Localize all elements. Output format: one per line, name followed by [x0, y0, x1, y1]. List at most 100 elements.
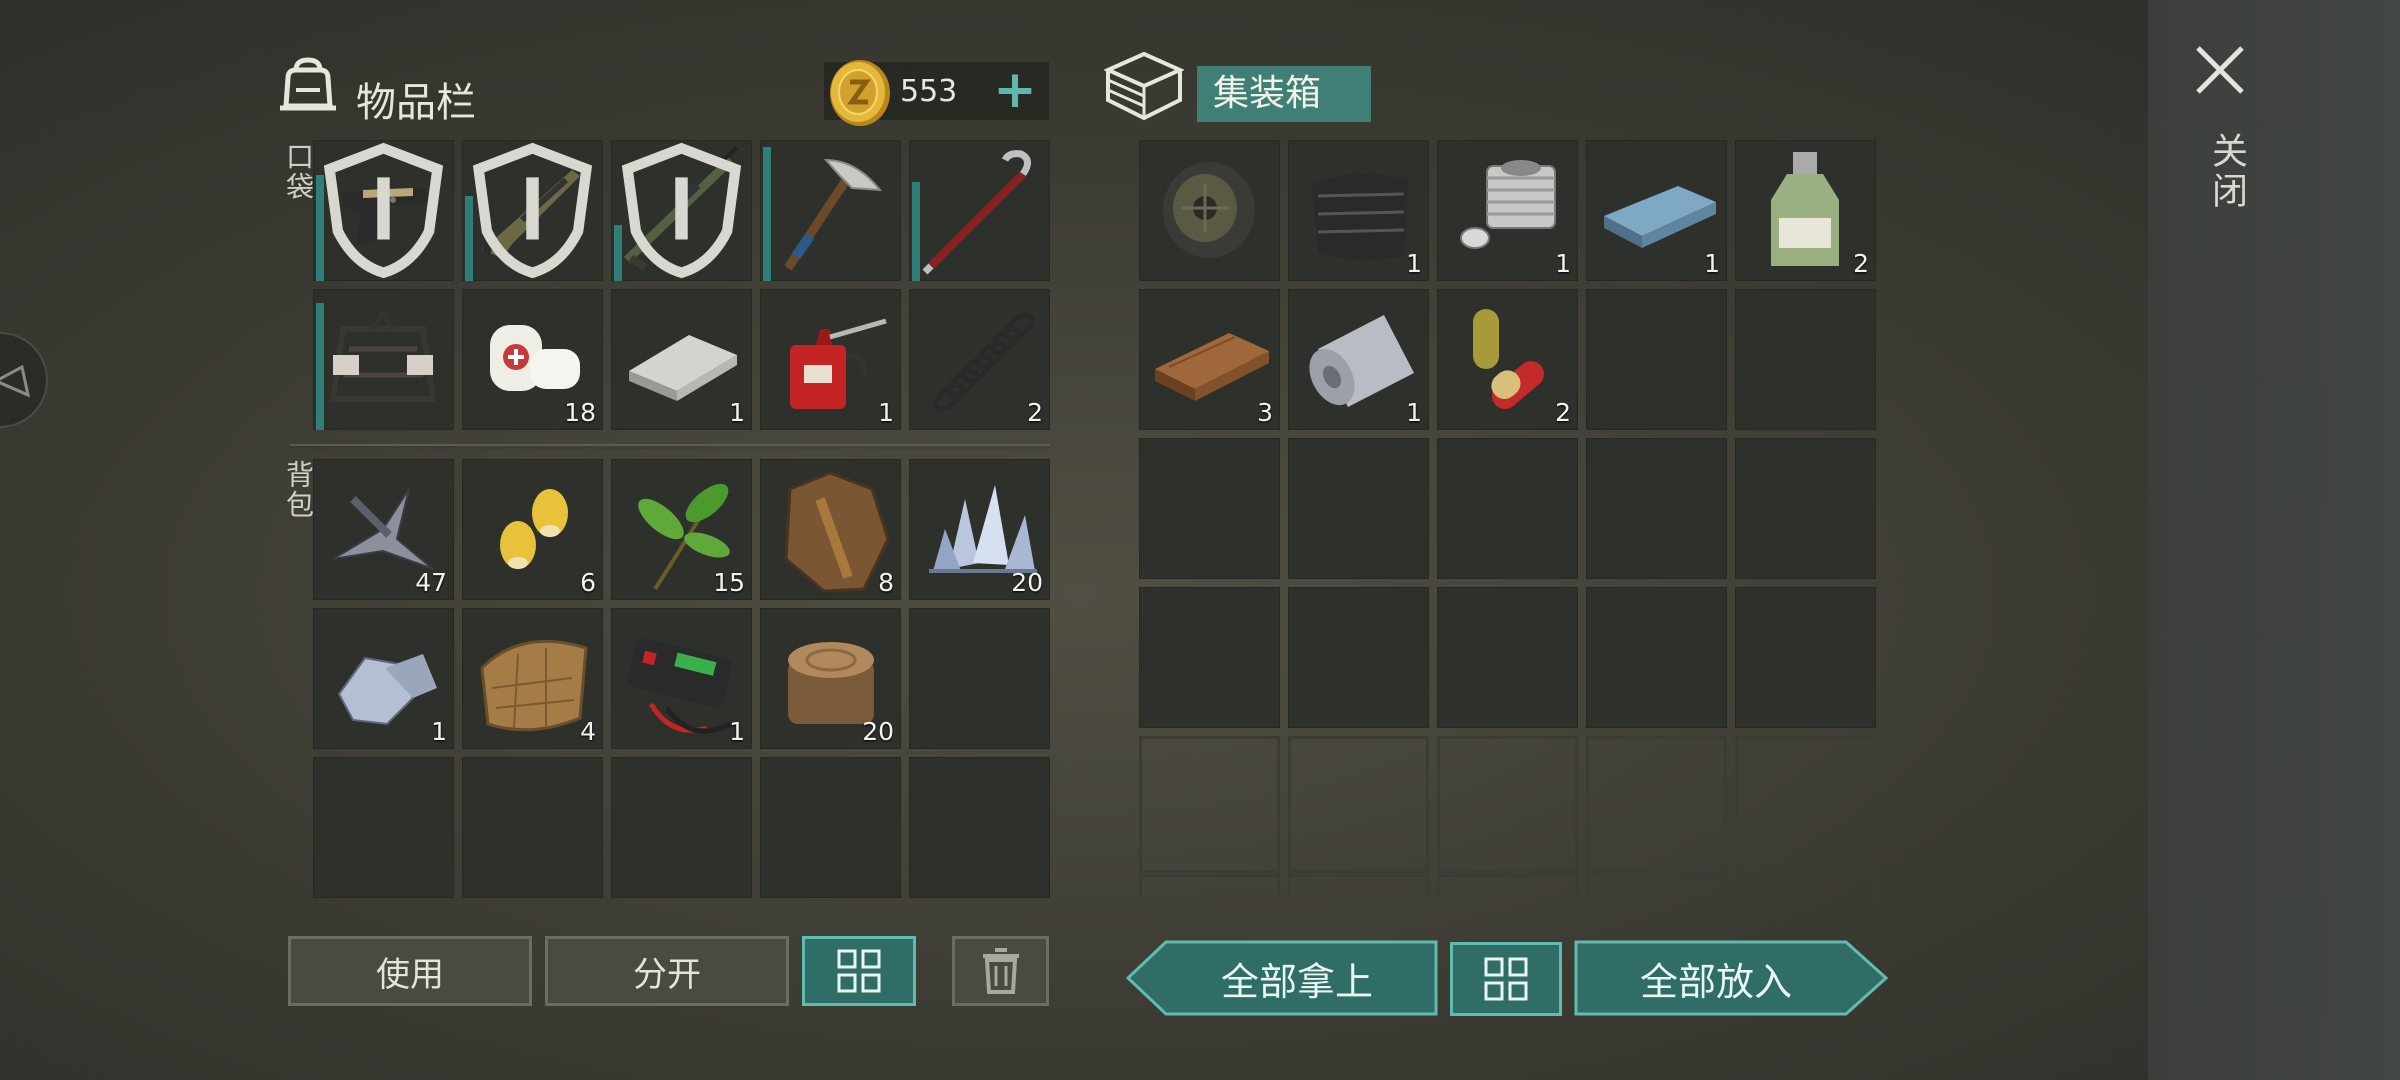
item-slot-corn-seeds[interactable]: 6: [462, 459, 603, 600]
item-quantity: 2: [1027, 398, 1043, 427]
empty-slot[interactable]: [313, 757, 454, 898]
item-slot-oil-can[interactable]: 1: [760, 289, 901, 430]
item-slot-iron-ore[interactable]: 1: [313, 608, 454, 749]
item-quantity: 4: [580, 717, 596, 746]
empty-slot[interactable]: [1139, 438, 1280, 579]
take-all-label: 全部拿上: [1220, 959, 1373, 1004]
crowbar-icon: [922, 150, 1031, 275]
item-slot-pickaxe[interactable]: [760, 140, 901, 281]
put-all-label: 全部放入: [1639, 959, 1792, 1004]
section-divider: [290, 444, 1050, 449]
item-slot-sniper-rifle[interactable]: [611, 140, 752, 281]
item-slot-barbed-armor[interactable]: [313, 289, 454, 430]
item-slot-leather[interactable]: 4: [462, 608, 603, 749]
empty-slot[interactable]: [1735, 870, 1876, 898]
empty-slot[interactable]: [1288, 870, 1429, 898]
container-title: 集装箱: [1197, 66, 1371, 122]
item-slot-engine-cylinder[interactable]: 1: [1437, 140, 1578, 281]
coin-icon: [830, 60, 890, 126]
empty-slot[interactable]: [1586, 289, 1727, 430]
empty-slot[interactable]: [1586, 438, 1727, 579]
item-slot-plant-fiber[interactable]: 15: [611, 459, 752, 600]
item-quantity: 1: [431, 717, 447, 746]
item-slot-shotgun[interactable]: [462, 140, 603, 281]
item-quantity: 15: [713, 568, 745, 597]
item-slot-animal-hide[interactable]: 8: [760, 459, 901, 600]
backpack-icon: [280, 57, 336, 111]
close-icon[interactable]: [2192, 42, 2248, 98]
empty-slot[interactable]: [909, 757, 1050, 898]
right-side-panel: [2148, 0, 2400, 1080]
item-slot-pistol[interactable]: [313, 140, 454, 281]
add-coins-button[interactable]: +: [990, 60, 1040, 120]
item-slot-battery-charger[interactable]: 1: [611, 608, 752, 749]
pickaxe-icon: [784, 158, 883, 271]
empty-slot[interactable]: [462, 757, 603, 898]
item-quantity: 1: [729, 717, 745, 746]
empty-slot[interactable]: [909, 608, 1050, 749]
durability-bar: [912, 182, 920, 281]
empty-slot[interactable]: [1586, 587, 1727, 728]
pocket-label: 口袋: [282, 142, 315, 202]
item-quantity: 1: [1406, 249, 1422, 278]
item-slot-metal-bar[interactable]: 1: [611, 289, 752, 430]
durability-bar: [763, 147, 771, 281]
close-label[interactable]: 关闭: [2200, 132, 2252, 212]
item-slot-pills[interactable]: 2: [1437, 289, 1578, 430]
empty-slot[interactable]: [1437, 870, 1578, 898]
empty-slot[interactable]: [1437, 587, 1578, 728]
empty-slot[interactable]: [1288, 438, 1429, 579]
split-button[interactable]: 分开: [545, 936, 789, 1006]
take-all-button[interactable]: 全部拿上: [1125, 940, 1438, 1016]
item-quantity: 1: [1704, 249, 1720, 278]
empty-slot[interactable]: [760, 757, 901, 898]
trash-button[interactable]: [952, 936, 1049, 1006]
item-quantity: 3: [1257, 398, 1273, 427]
empty-slot[interactable]: [1735, 438, 1876, 579]
item-quantity: 1: [878, 398, 894, 427]
trash-icon: [982, 948, 1019, 994]
empty-slot[interactable]: [1288, 587, 1429, 728]
item-quantity: 1: [1555, 249, 1571, 278]
item-slot-log[interactable]: 20: [760, 608, 901, 749]
item-slot-scrap-metal[interactable]: 47: [313, 459, 454, 600]
item-slot-fabric-roll[interactable]: 1: [1288, 289, 1429, 430]
item-quantity: 2: [1555, 398, 1571, 427]
empty-slot[interactable]: [1586, 870, 1727, 898]
item-quantity: 1: [729, 398, 745, 427]
container-grid: 1 1 1 2 3 1 2: [1139, 140, 1876, 877]
item-slot-wood-plank[interactable]: 3: [1139, 289, 1280, 430]
grid-icon: [1484, 957, 1528, 1001]
empty-slot[interactable]: [611, 757, 752, 898]
item-slot-chemical-bottle[interactable]: 2: [1735, 140, 1876, 281]
sort-container-button[interactable]: [1450, 942, 1562, 1016]
item-slot-crowbar[interactable]: [909, 140, 1050, 281]
protected-shield-icon: [472, 142, 593, 279]
empty-slot[interactable]: [1735, 736, 1876, 877]
protected-shield-icon: [323, 142, 444, 279]
side-drawer-tab[interactable]: [0, 332, 48, 428]
empty-slot[interactable]: [1586, 736, 1727, 877]
empty-slot[interactable]: [1288, 736, 1429, 877]
item-slot-spring[interactable]: 2: [909, 289, 1050, 430]
item-quantity: 20: [862, 717, 894, 746]
empty-slot[interactable]: [1139, 736, 1280, 877]
item-slot-crystal[interactable]: 20: [909, 459, 1050, 600]
use-button[interactable]: 使用: [288, 936, 532, 1006]
item-quantity: 20: [1011, 568, 1043, 597]
barbed-armor-icon: [329, 309, 437, 402]
empty-slot[interactable]: [1735, 587, 1876, 728]
item-slot-steel-ingot[interactable]: 1: [1586, 140, 1727, 281]
empty-slot[interactable]: [1139, 587, 1280, 728]
empty-slot[interactable]: [1437, 736, 1578, 877]
pocket-grid: 18 1 1 2: [313, 140, 1050, 430]
put-all-button[interactable]: 全部放入: [1574, 940, 1889, 1016]
empty-slot[interactable]: [1139, 870, 1280, 898]
item-slot-wheel[interactable]: [1139, 140, 1280, 281]
item-slot-carbon-fabric[interactable]: 1: [1288, 140, 1429, 281]
sort-inventory-button[interactable]: [802, 936, 916, 1006]
backpack-grid: 47 6 15 8 20 1 4 1 20: [313, 459, 1050, 898]
empty-slot[interactable]: [1437, 438, 1578, 579]
item-slot-bandage[interactable]: 18: [462, 289, 603, 430]
empty-slot[interactable]: [1735, 289, 1876, 430]
